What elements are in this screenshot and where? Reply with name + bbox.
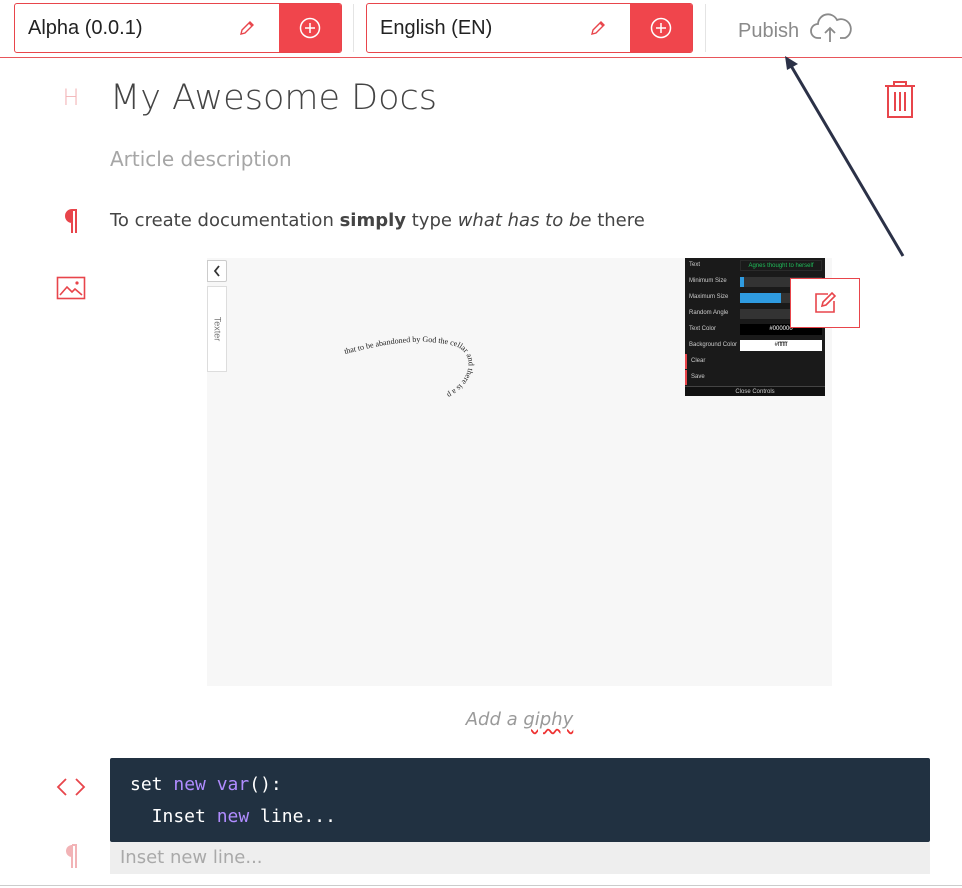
chevron-left-icon[interactable] <box>207 260 227 282</box>
version-selector[interactable]: Alpha (0.0.1) <box>14 3 342 53</box>
bg-color-input[interactable]: #ffffff <box>740 340 822 351</box>
paragraph-icon[interactable] <box>55 843 87 874</box>
plus-circle-icon <box>299 17 321 39</box>
paragraph-text: To create documentation <box>110 210 340 231</box>
divider <box>705 4 706 52</box>
bold-text: simply <box>339 210 407 231</box>
article-title[interactable]: My Awesome Docs <box>110 78 437 118</box>
curvy-text: that to be abandoned by God the cellar a… <box>343 335 475 400</box>
divider <box>0 885 962 886</box>
edit-image-button[interactable] <box>790 278 860 328</box>
heading-block-icon[interactable]: H <box>55 86 87 111</box>
slider-fill <box>740 277 745 287</box>
save-button[interactable]: Save <box>685 370 825 385</box>
add-version-button[interactable] <box>279 4 341 52</box>
clear-button[interactable]: Clear <box>685 354 825 369</box>
curvy-text-art: that to be abandoned by God the cellar a… <box>343 335 475 400</box>
trash-icon[interactable] <box>883 80 917 125</box>
close-controls-button[interactable]: Close Controls <box>685 386 825 396</box>
divider <box>353 4 354 52</box>
article-description[interactable]: Article description <box>110 147 292 171</box>
side-tab[interactable]: Texter <box>207 286 227 372</box>
language-selector[interactable]: English (EN) <box>366 3 693 53</box>
control-label: Clear <box>691 358 706 364</box>
svg-text:that to be abandoned by God th: that to be abandoned by God the cellar a… <box>343 335 475 400</box>
version-label: Alpha (0.0.1) <box>28 16 143 39</box>
control-text-row[interactable]: Text Agnes thought to herself <box>685 258 825 273</box>
caption-word: giphy <box>523 709 574 730</box>
slider-fill <box>740 293 781 303</box>
control-label: Background Color <box>689 342 738 348</box>
pencil-icon[interactable] <box>237 18 257 38</box>
control-label: Text Color <box>689 326 717 332</box>
embedded-image[interactable]: Texter that to be abandoned by God the c… <box>207 258 832 686</box>
image-caption[interactable]: Add a giphy <box>207 709 832 730</box>
control-bg-color-row[interactable]: Background Color #ffffff <box>685 338 825 353</box>
add-language-button[interactable] <box>630 4 692 52</box>
cloud-upload-icon <box>809 12 853 51</box>
paragraph-text: there <box>591 210 645 231</box>
caption-prefix: Add a <box>465 709 524 730</box>
plus-circle-icon <box>650 17 672 39</box>
new-line-input[interactable]: Inset new line... <box>110 842 930 874</box>
control-label: Text <box>689 262 701 268</box>
paragraph-text: type <box>406 210 458 231</box>
control-label: Maximum Size <box>689 294 729 300</box>
code-line: Inset new line... <box>130 806 336 827</box>
image-icon[interactable] <box>55 276 87 305</box>
language-label: English (EN) <box>380 16 493 39</box>
top-toolbar: Alpha (0.0.1) English (EN) Pubish <box>0 0 962 58</box>
code-line: set new var(): <box>130 774 282 795</box>
edit-icon <box>815 291 837 313</box>
control-label: Save <box>691 374 705 380</box>
paragraph-block[interactable]: To create documentation simply type what… <box>110 210 645 231</box>
publish-label: Pubish <box>738 20 800 42</box>
code-icon[interactable] <box>55 776 87 803</box>
italic-text: what has to be <box>457 210 592 231</box>
control-label: Random Angle <box>689 310 729 316</box>
text-input[interactable]: Agnes thought to herself <box>740 260 822 271</box>
paragraph-icon[interactable] <box>55 208 87 239</box>
publish-button[interactable]: Pubish <box>738 12 853 51</box>
code-block[interactable]: set new var(): Inset new line... <box>110 758 930 842</box>
side-tab-label: Texter <box>212 316 223 342</box>
pencil-icon[interactable] <box>588 18 608 38</box>
control-label: Minimum Size <box>689 278 727 284</box>
